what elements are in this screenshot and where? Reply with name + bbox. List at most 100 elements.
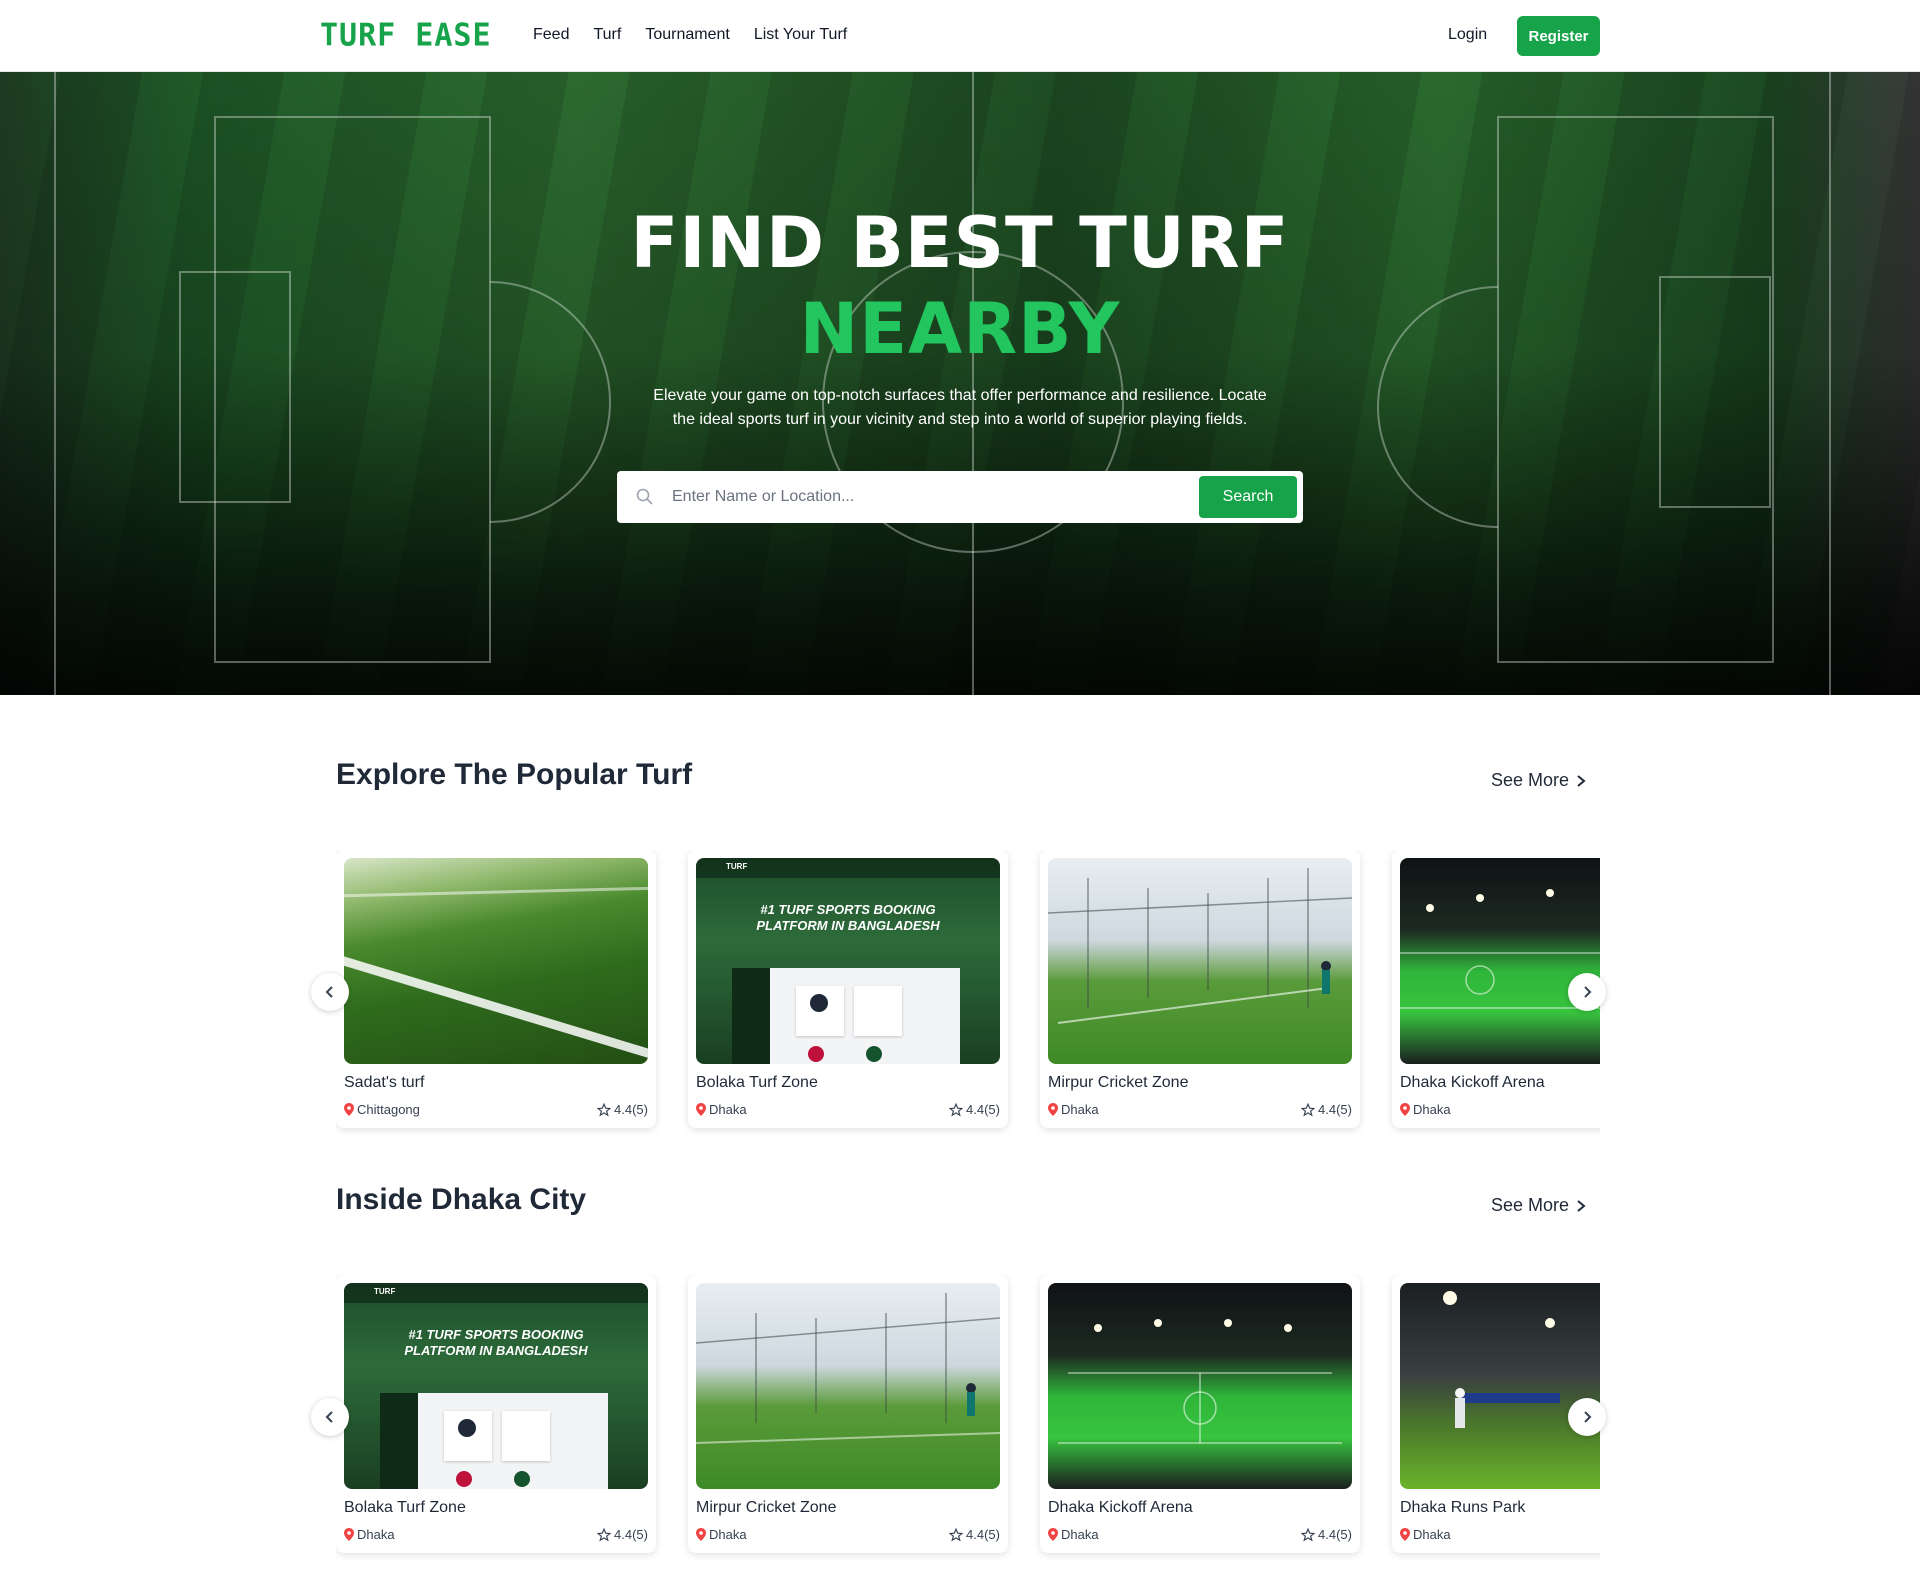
turf-location: Dhaka — [696, 1527, 747, 1542]
turf-card[interactable]: Dhaka Kickoff Arena Dhaka 4.4(5) — [1040, 1275, 1360, 1553]
star-icon — [597, 1102, 612, 1117]
login-link[interactable]: Login — [1448, 26, 1487, 44]
turf-rating-text: 4.4(5) — [614, 1527, 648, 1542]
night-cricket-graphic — [1443, 1291, 1560, 1428]
chevron-left-icon — [325, 1411, 333, 1423]
turf-rating: 4.4(5) — [1301, 1527, 1352, 1542]
search-button[interactable]: Search — [1199, 476, 1297, 518]
register-button[interactable]: Register — [1517, 16, 1600, 56]
chevron-right-icon — [1577, 1199, 1586, 1212]
star-icon — [949, 1527, 964, 1542]
turf-location-text: Dhaka — [1061, 1527, 1099, 1542]
screenshot-headline-2: PLATFORM IN BANGLADESH — [404, 1343, 588, 1358]
turf-card[interactable]: Mirpur Cricket Zone Dhaka 4.4(5) — [1040, 850, 1360, 1128]
navbar: TURF EASE Feed Turf Tournament List Your… — [0, 0, 1920, 72]
turf-rating: 4.4(5) — [1301, 1102, 1352, 1117]
chevron-left-icon — [325, 986, 333, 998]
see-more-link-popular[interactable]: See More — [1491, 770, 1587, 791]
turf-image — [344, 858, 648, 1064]
section-title-dhaka: Inside Dhaka City — [336, 1183, 587, 1216]
chevron-right-icon — [1584, 986, 1592, 998]
turf-name: Dhaka Kickoff Arena — [1048, 1499, 1193, 1516]
turf-rating: 4.4(5) — [949, 1527, 1000, 1542]
turf-name: Bolaka Turf Zone — [696, 1074, 818, 1091]
turf-location-text: Dhaka — [357, 1527, 395, 1542]
turf-rating-text: 4.4(5) — [1318, 1527, 1352, 1542]
turf-location: Dhaka — [1400, 1527, 1451, 1542]
search-input[interactable] — [672, 477, 1232, 517]
section-title-popular: Explore The Popular Turf — [336, 758, 693, 791]
chevron-right-icon — [1584, 1411, 1592, 1423]
turf-card[interactable]: TURF #1 TURF SPORTS BOOKING PLATFORM IN … — [336, 1275, 656, 1553]
location-pin-icon — [696, 1528, 706, 1541]
turf-location: Dhaka — [696, 1102, 747, 1117]
carousel-next-button[interactable] — [1568, 973, 1606, 1011]
cricket-net-graphic — [696, 1293, 1000, 1444]
turf-name: Sadat's turf — [344, 1074, 425, 1091]
turf-name: Dhaka Runs Park — [1400, 1499, 1526, 1516]
screenshot-brand: TURF — [374, 1287, 396, 1296]
star-icon — [1301, 1527, 1316, 1542]
screenshot-headline-1: #1 TURF SPORTS BOOKING — [408, 1327, 584, 1342]
turf-image — [1400, 1283, 1600, 1489]
turf-name: Mirpur Cricket Zone — [696, 1499, 837, 1516]
cricket-net-graphic — [1048, 868, 1352, 1024]
search-icon — [636, 488, 653, 505]
see-more-label: See More — [1491, 1195, 1570, 1215]
turf-location-text: Dhaka — [709, 1102, 747, 1117]
location-pin-icon — [696, 1103, 706, 1116]
turf-location-text: Dhaka — [1413, 1102, 1451, 1117]
star-icon — [949, 1102, 964, 1117]
carousel-prev-button[interactable] — [311, 973, 349, 1011]
carousel-prev-button[interactable] — [311, 1398, 349, 1436]
turf-location: Dhaka — [1400, 1102, 1451, 1117]
screenshot-brand: TURF — [726, 862, 748, 871]
turf-location: Dhaka — [1048, 1527, 1099, 1542]
see-more-label: See More — [1491, 770, 1570, 790]
chevron-right-icon — [1577, 774, 1586, 787]
turf-location: Dhaka — [344, 1527, 395, 1542]
logo[interactable]: TURF EASE — [320, 17, 492, 54]
screenshot-headline-1: #1 TURF SPORTS BOOKING — [760, 902, 936, 917]
hero-title: FIND BEST TURF — [630, 202, 1290, 284]
turf-rating-text: 4.4(5) — [614, 1102, 648, 1117]
turf-location-text: Chittagong — [357, 1102, 420, 1117]
turf-location-text: Dhaka — [1413, 1527, 1451, 1542]
grass-line-graphic — [344, 886, 648, 1058]
carousel-popular: Sadat's turf Chittagong 4.4(5) TURF #1 T… — [336, 850, 1600, 1140]
turf-location: Chittagong — [344, 1102, 420, 1117]
nav-link-feed[interactable]: Feed — [533, 26, 569, 44]
nav-links: Feed Turf Tournament List Your Turf — [533, 26, 847, 44]
turf-location-text: Dhaka — [1061, 1102, 1099, 1117]
hero-subtitle: NEARBY — [799, 288, 1121, 370]
turf-location: Dhaka — [1048, 1102, 1099, 1117]
night-arena-graphic — [1058, 1319, 1342, 1444]
location-pin-icon — [1400, 1528, 1410, 1541]
nav-link-turf[interactable]: Turf — [593, 26, 621, 44]
turf-card[interactable]: Mirpur Cricket Zone Dhaka 4.4(5) — [688, 1275, 1008, 1553]
turf-card[interactable]: Sadat's turf Chittagong 4.4(5) — [336, 850, 656, 1128]
screenshot-headline-2: PLATFORM IN BANGLADESH — [756, 918, 940, 933]
turf-card[interactable]: TURF #1 TURF SPORTS BOOKING PLATFORM IN … — [688, 850, 1008, 1128]
location-pin-icon — [1400, 1103, 1410, 1116]
turf-image — [696, 1283, 1000, 1489]
turf-rating: 4.4(5) — [949, 1102, 1000, 1117]
night-arena-graphic — [1400, 889, 1600, 1009]
turf-image: TURF #1 TURF SPORTS BOOKING PLATFORM IN … — [344, 1283, 648, 1489]
hero-banner: FIND BEST TURF NEARBY Elevate your game … — [0, 72, 1920, 695]
star-icon — [597, 1527, 612, 1542]
turf-location-text: Dhaka — [709, 1527, 747, 1542]
turf-rating-text: 4.4(5) — [966, 1102, 1000, 1117]
turf-name: Bolaka Turf Zone — [344, 1499, 466, 1516]
turf-rating-text: 4.4(5) — [966, 1527, 1000, 1542]
turf-rating-text: 4.4(5) — [1318, 1102, 1352, 1117]
location-pin-icon — [344, 1103, 354, 1116]
search-bar: Search — [617, 471, 1303, 523]
star-icon — [1301, 1102, 1316, 1117]
location-pin-icon — [344, 1528, 354, 1541]
nav-link-list-your-turf[interactable]: List Your Turf — [754, 26, 847, 44]
location-pin-icon — [1048, 1103, 1058, 1116]
carousel-next-button[interactable] — [1568, 1398, 1606, 1436]
see-more-link-dhaka[interactable]: See More — [1491, 1195, 1587, 1216]
nav-link-tournament[interactable]: Tournament — [645, 26, 730, 44]
